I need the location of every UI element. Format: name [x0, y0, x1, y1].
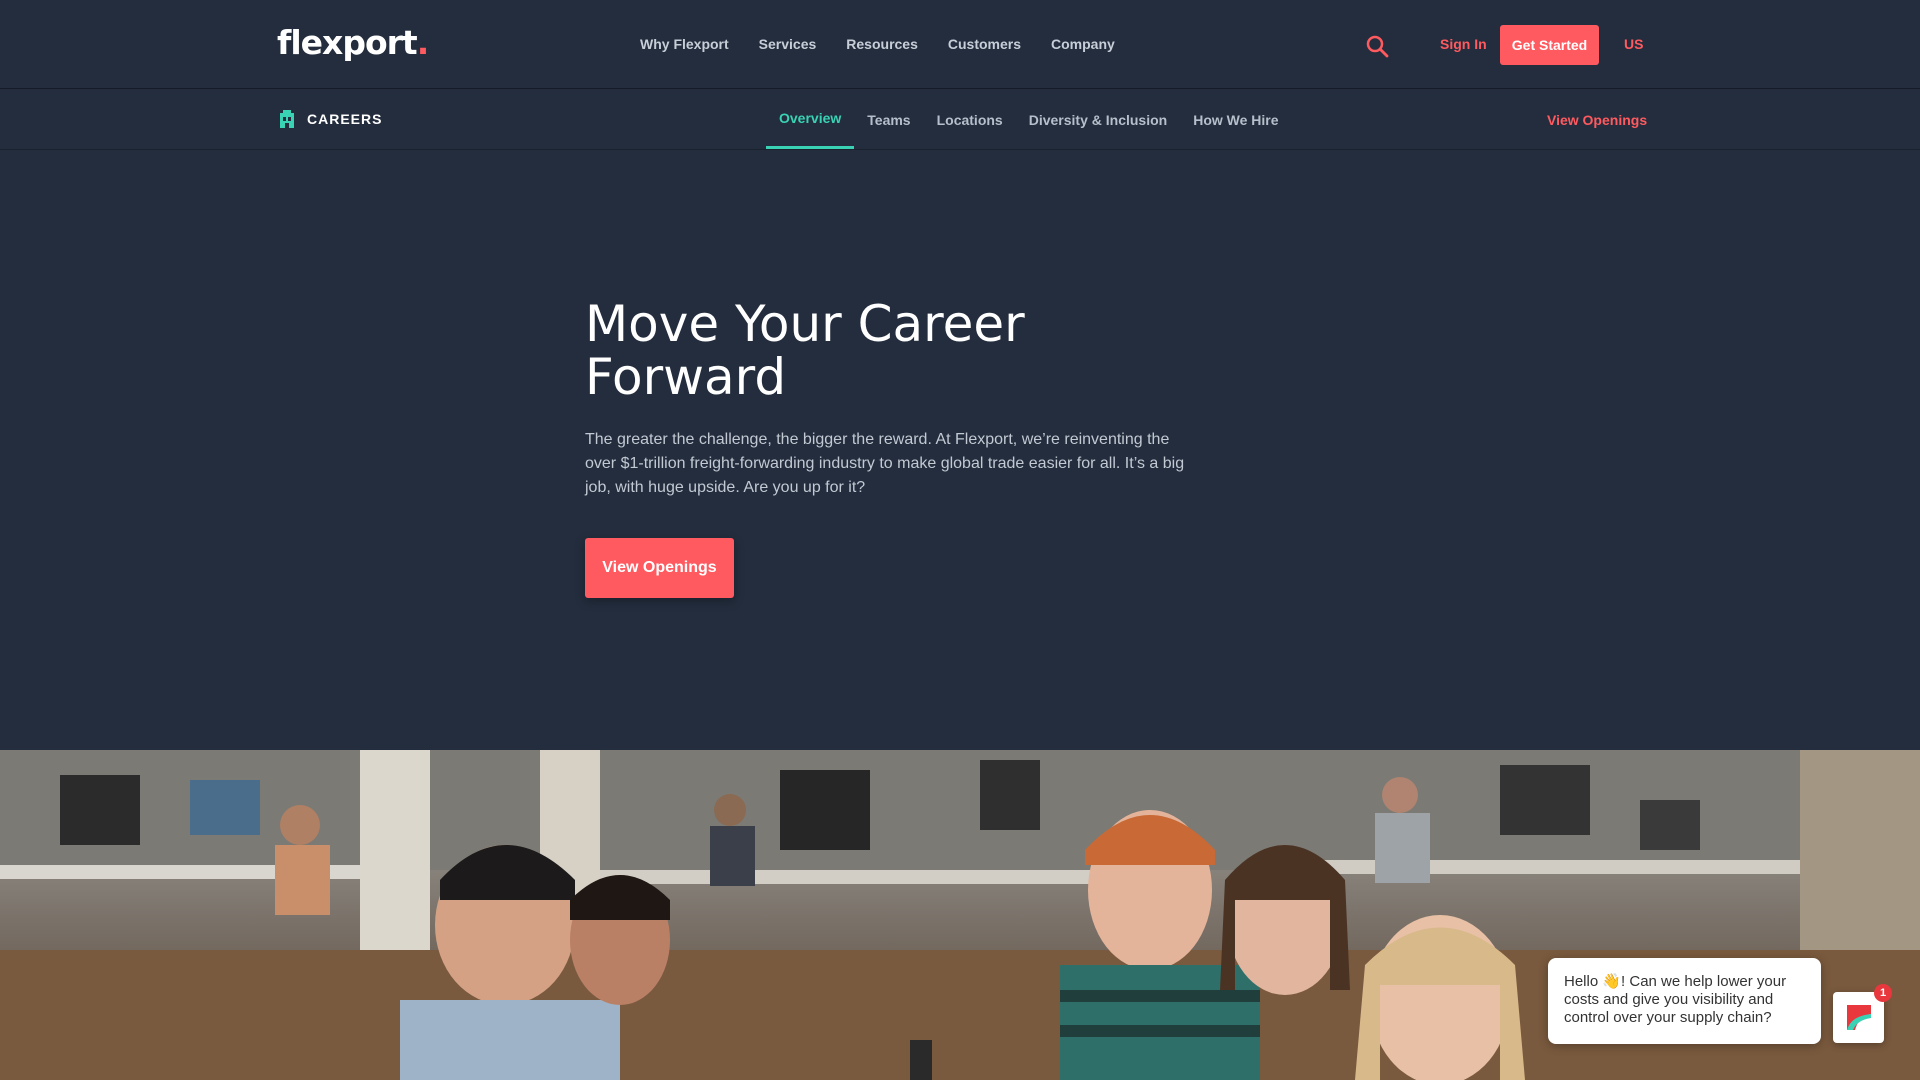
building-icon	[280, 110, 294, 128]
logo-text: flexport	[277, 23, 418, 62]
nav-why-flexport[interactable]: Why Flexport	[640, 36, 729, 52]
top-navigation: flexport. Why Flexport Services Resource…	[0, 0, 1920, 89]
hero-title: Move Your Career Forward	[585, 295, 1025, 406]
careers-tabs: Overview Teams Locations Diversity & Inc…	[766, 90, 1292, 150]
tab-how-we-hire[interactable]: How We Hire	[1180, 90, 1291, 149]
hero-description: The greater the challenge, the bigger th…	[585, 431, 1185, 496]
nav-services[interactable]: Services	[759, 36, 817, 52]
locale-selector[interactable]: US	[1624, 36, 1643, 52]
nav-company[interactable]: Company	[1051, 36, 1115, 52]
tab-overview[interactable]: Overview	[766, 90, 855, 149]
nav-resources[interactable]: Resources	[846, 36, 918, 52]
careers-label[interactable]: CAREERS	[307, 111, 382, 127]
chat-message-text: Hello 👋! Can we help lower your costs an…	[1564, 973, 1787, 1026]
view-openings-link[interactable]: View Openings	[1547, 112, 1647, 128]
logo-dot: .	[416, 23, 430, 62]
search-icon[interactable]	[1365, 34, 1389, 58]
main-nav: Why Flexport Services Resources Customer…	[640, 36, 1115, 52]
flexport-logo[interactable]: flexport.	[277, 23, 430, 62]
tab-diversity-inclusion[interactable]: Diversity & Inclusion	[1016, 90, 1180, 149]
chat-message-bubble[interactable]: Hello 👋! Can we help lower your costs an…	[1548, 958, 1821, 1044]
tab-locations[interactable]: Locations	[924, 90, 1016, 149]
tab-teams[interactable]: Teams	[854, 90, 923, 149]
careers-subnav: CAREERS Overview Teams Locations Diversi…	[0, 90, 1920, 150]
nav-customers[interactable]: Customers	[948, 36, 1021, 52]
get-started-button[interactable]: Get Started	[1500, 25, 1599, 65]
sign-in-link[interactable]: Sign In	[1440, 36, 1487, 52]
notification-badge: 1	[1874, 984, 1892, 1002]
view-openings-button[interactable]: View Openings	[585, 538, 734, 598]
